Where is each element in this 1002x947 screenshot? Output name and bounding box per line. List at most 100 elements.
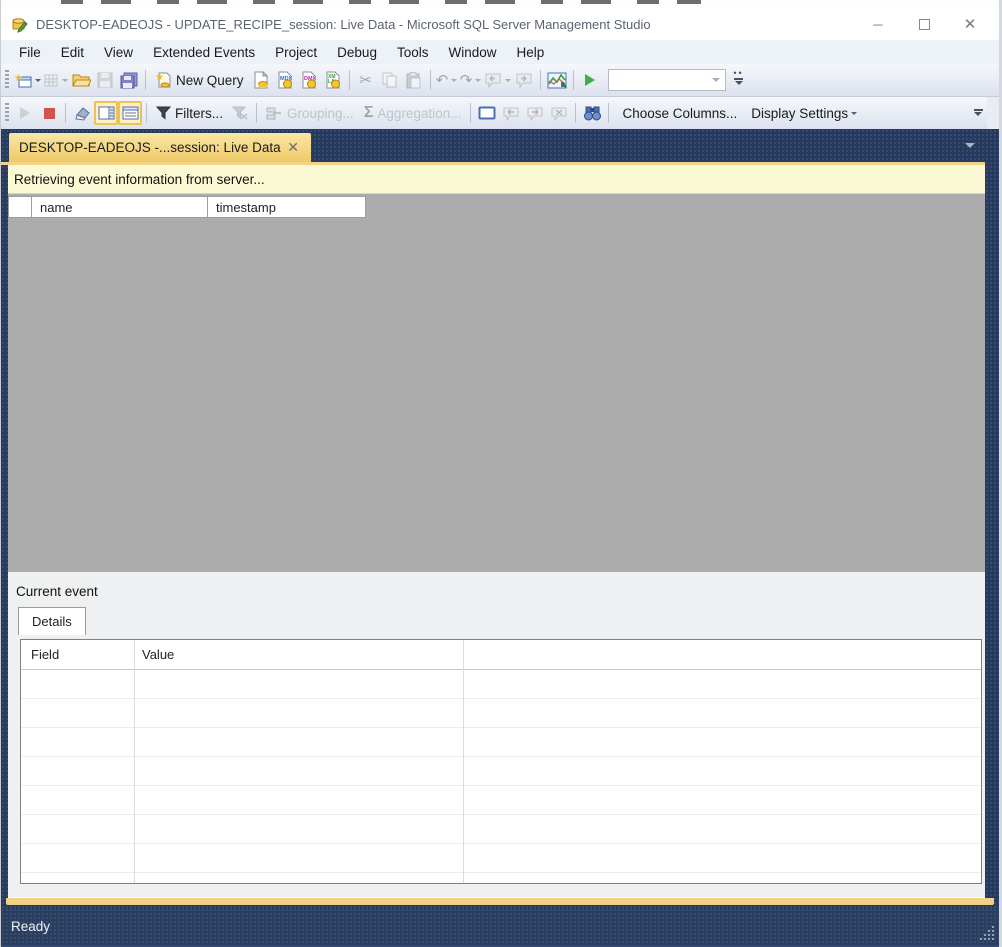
undo-caret-icon: [451, 79, 458, 85]
current-event-pane: Current event Details Field Value: [8, 572, 985, 897]
paste-button[interactable]: [402, 68, 426, 92]
toggle-column-layout-button[interactable]: [118, 101, 142, 125]
column-divider: [463, 640, 464, 883]
menu-project[interactable]: Project: [265, 42, 327, 63]
cut-button[interactable]: ✂: [354, 68, 378, 92]
column-divider: [134, 640, 135, 883]
add-item-button[interactable]: [42, 68, 69, 92]
redo-button[interactable]: ↷: [459, 68, 483, 92]
save-all-button[interactable]: [117, 68, 141, 92]
find-button[interactable]: [580, 101, 604, 125]
minimize-button[interactable]: ─: [855, 10, 901, 38]
toolbar-separator: [572, 70, 574, 90]
overflow-bar-icon: [973, 108, 983, 111]
mdx-query-button[interactable]: MDX: [273, 68, 297, 92]
menu-help[interactable]: Help: [507, 42, 555, 63]
clear-bookmarks-button[interactable]: [547, 101, 571, 125]
undo-button[interactable]: ↶: [435, 68, 459, 92]
value-column-header[interactable]: Value: [134, 647, 174, 662]
tab-close-icon[interactable]: ✕: [285, 139, 301, 156]
standard-toolbar: ★ ★ New Query MDX DMX XM LA ✂ ↶ ↷ ••: [1, 64, 999, 96]
field-value-table: Field Value: [20, 639, 982, 884]
maximize-button[interactable]: [901, 10, 947, 38]
toolbar-separator: [146, 103, 147, 123]
undo-icon: ↶: [435, 71, 449, 89]
toolbar-grip[interactable]: [5, 103, 9, 123]
menu-edit[interactable]: Edit: [51, 42, 94, 63]
menu-window[interactable]: Window: [438, 42, 506, 63]
save-button[interactable]: [93, 68, 117, 92]
background-window-edge: [1, 0, 999, 8]
document-tab-strip: DESKTOP-EADEOJS -...session: Live Data ✕: [1, 129, 985, 165]
display-settings-caret-icon: [851, 112, 858, 118]
extended-events-toolbar: Filters... Grouping... Σ Aggregation...: [1, 96, 999, 129]
field-column-header[interactable]: Field: [21, 647, 134, 662]
events-grid-column-name[interactable]: name: [32, 196, 208, 218]
database-engine-query-button[interactable]: [249, 68, 273, 92]
display-settings-label: Display Settings: [751, 105, 849, 121]
toggle-bookmark-button[interactable]: [475, 101, 499, 125]
next-bookmark-button[interactable]: [523, 101, 547, 125]
navigate-forward-button[interactable]: [512, 68, 536, 92]
field-value-rows: [21, 670, 981, 873]
close-button[interactable]: ✕: [947, 10, 993, 38]
tab-details[interactable]: Details: [18, 607, 86, 635]
new-project-button[interactable]: ★: [13, 68, 42, 92]
xmla-query-button[interactable]: XM LA: [321, 68, 345, 92]
status-text: Ready: [11, 919, 51, 934]
field-value-empty-row: [21, 786, 981, 815]
open-file-button[interactable]: [69, 68, 93, 92]
clear-filters-button[interactable]: [228, 101, 252, 125]
grouping-button[interactable]: Grouping...: [261, 101, 359, 125]
play-icon: [20, 107, 30, 119]
toolbar-separator: [470, 103, 472, 123]
toolbar-combobox[interactable]: [607, 69, 726, 91]
stop-icon: [43, 107, 55, 119]
menu-extended-events[interactable]: Extended Events: [143, 42, 265, 63]
navigate-backward-button[interactable]: [483, 68, 512, 92]
activity-monitor-button[interactable]: [545, 68, 569, 92]
menu-file[interactable]: File: [9, 42, 51, 63]
combobox-caret-icon: [711, 78, 720, 86]
copy-button[interactable]: [378, 68, 402, 92]
overflow-caret-icon: [974, 111, 982, 120]
toolbar-grip[interactable]: [5, 70, 9, 90]
events-grid-corner-cell: [8, 196, 32, 218]
stop-feed-button[interactable]: [37, 101, 61, 125]
dmx-query-button[interactable]: DMX: [297, 68, 321, 92]
minimize-icon: ─: [873, 16, 883, 32]
document-tab-label: DESKTOP-EADEOJS -...session: Live Data: [19, 140, 281, 155]
toolbar-separator: [539, 70, 541, 90]
aggregation-button[interactable]: Σ Aggregation...: [359, 101, 467, 125]
resize-grip-icon[interactable]: [980, 926, 994, 940]
choose-columns-label: Choose Columns...: [622, 105, 738, 121]
close-icon: ✕: [963, 16, 977, 33]
live-data-document-tab[interactable]: DESKTOP-EADEOJS -...session: Live Data ✕: [9, 133, 311, 162]
menu-tools[interactable]: Tools: [387, 42, 439, 63]
tab-list-dropdown-icon[interactable]: [965, 143, 975, 153]
status-bar: Ready: [1, 908, 999, 947]
new-query-button[interactable]: ★ New Query: [150, 68, 249, 92]
toolbar-separator: [575, 103, 577, 123]
toolbar-options-button[interactable]: [969, 100, 987, 126]
toggle-details-pane-button[interactable]: [94, 101, 118, 125]
display-settings-button[interactable]: Display Settings: [742, 101, 862, 125]
menu-view[interactable]: View: [94, 42, 143, 63]
events-grid-column-timestamp[interactable]: timestamp: [208, 196, 366, 218]
field-value-empty-row: [21, 728, 981, 757]
title-bar: DESKTOP-EADEOJS - UPDATE_RECIPE_session:…: [1, 8, 999, 40]
choose-columns-button[interactable]: Choose Columns...: [613, 101, 742, 125]
start-feed-button[interactable]: [13, 101, 37, 125]
add-item-caret-icon: [62, 79, 68, 85]
execute-button[interactable]: [578, 68, 602, 92]
details-tab-label: Details: [32, 614, 72, 629]
field-value-empty-row: [21, 815, 981, 844]
filters-button[interactable]: Filters...: [151, 101, 228, 125]
mdi-area: DESKTOP-EADEOJS -...session: Live Data ✕…: [1, 129, 999, 908]
new-query-label: New Query: [176, 72, 244, 88]
menu-debug[interactable]: Debug: [327, 42, 387, 63]
clear-data-button[interactable]: [70, 101, 94, 125]
previous-bookmark-button[interactable]: [499, 101, 523, 125]
toolbar-options-button[interactable]: ••: [730, 67, 748, 93]
filters-label: Filters...: [175, 105, 224, 121]
